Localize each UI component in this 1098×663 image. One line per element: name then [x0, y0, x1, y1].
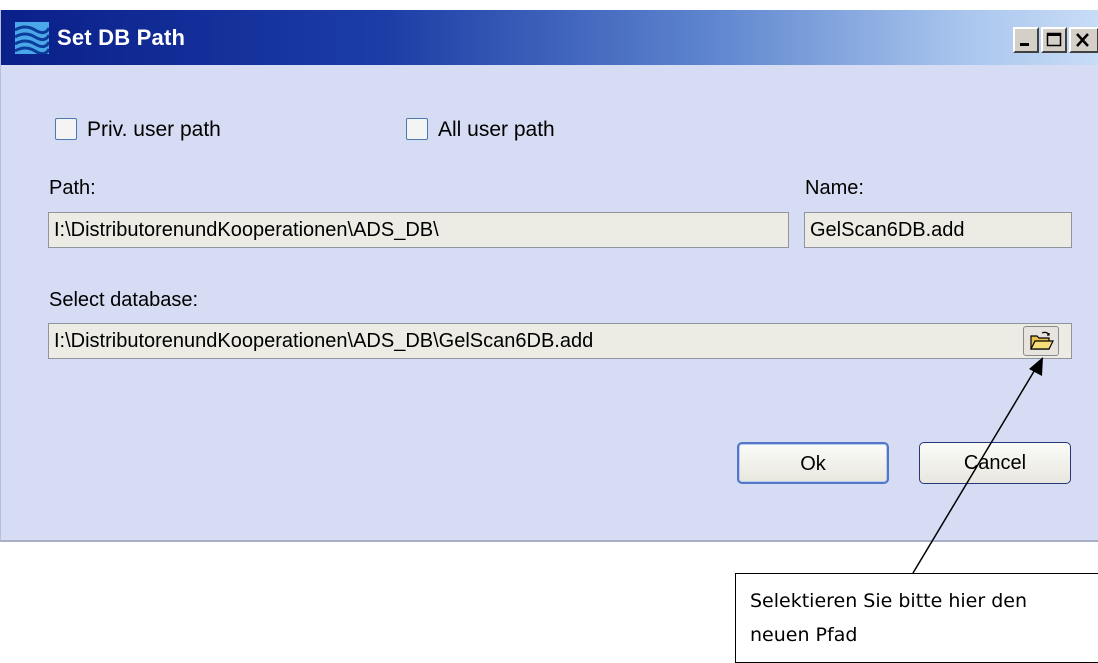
- annotation-callout: Selektieren Sie bitte hier den neuen Pfa…: [735, 573, 1098, 663]
- annotation-line-1: Selektieren Sie bitte hier den: [750, 590, 1027, 612]
- callout-arrow: [912, 357, 1043, 574]
- annotation-line-2: neuen Pfad: [750, 624, 858, 646]
